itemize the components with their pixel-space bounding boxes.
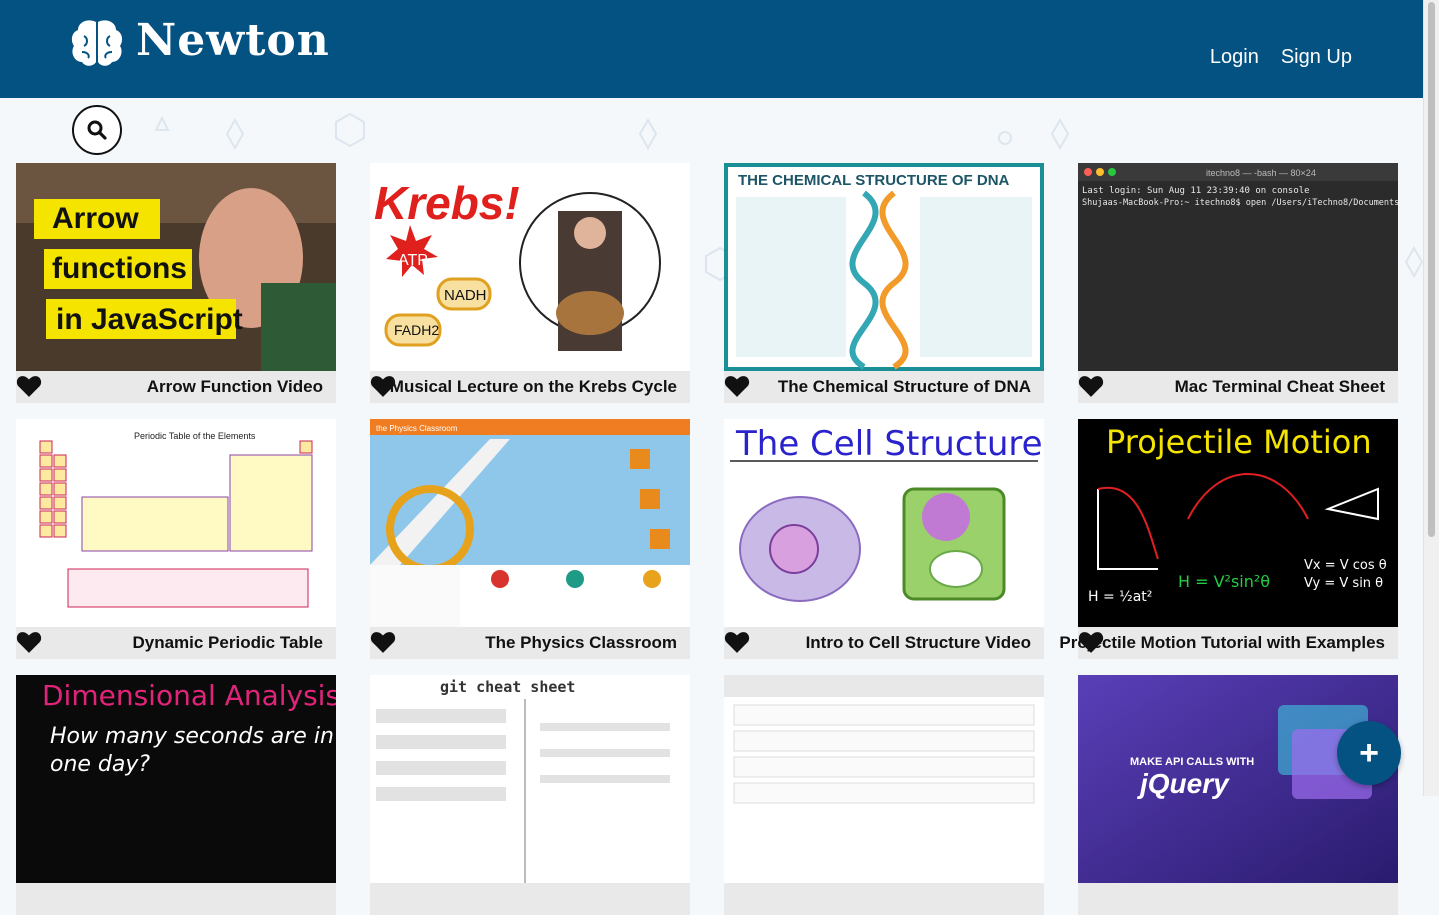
card-thumbnail[interactable]: the Physics Classroom — [370, 419, 690, 627]
card-thumbnail[interactable]: Arrow functions in JavaScript — [16, 163, 336, 371]
thumb-text: jQuery — [1136, 768, 1230, 799]
card-footer: The Physics Classroom — [370, 627, 690, 659]
thumb-text: How many seconds are in — [50, 724, 334, 749]
card-footer: Dynamic Periodic Table — [16, 627, 336, 659]
thumb-text: The Cell Structure — [735, 424, 1043, 464]
card-title[interactable]: Dynamic Periodic Table — [132, 633, 323, 653]
thumb-text: Shujaas-MacBook-Pro:~ itechno8$ open /Us… — [1082, 198, 1398, 208]
resource-card[interactable]: MAKE API CALLS WITH jQuery — [1078, 675, 1398, 915]
card-thumbnail[interactable]: Krebs! ATP NADH FADH2 — [370, 163, 690, 371]
thumb-text: ATP — [398, 252, 428, 269]
svg-text:H = V²sin²θ: H = V²sin²θ — [1178, 572, 1270, 591]
top-navbar: Newton Login Sign Up — [0, 0, 1424, 98]
thumb-text: Dimensional Analysis — [42, 679, 336, 712]
thumb-text: functions — [52, 252, 187, 285]
thumb-text: THE CHEMICAL STRUCTURE OF DNA — [738, 172, 1010, 189]
card-title[interactable]: Musical Lecture on the Krebs Cycle — [390, 377, 677, 397]
plus-icon: + — [1359, 733, 1379, 772]
thumb-text: itechno8 — -bash — 80×24 — [1206, 168, 1316, 178]
card-footer: Arrow Function Video — [16, 371, 336, 403]
card-thumbnail[interactable]: Dimensional Analysis How many seconds ar… — [16, 675, 336, 883]
card-footer: Musical Lecture on the Krebs Cycle — [370, 371, 690, 403]
resource-card[interactable]: The Cell Structure Intro to Cell Structu… — [724, 419, 1044, 659]
search-icon — [87, 120, 107, 140]
resource-card[interactable]: Arrow functions in JavaScript Arrow Func… — [16, 163, 336, 403]
resource-card[interactable]: Periodic Table of the Elements Dynamic P… — [16, 419, 336, 659]
card-title[interactable]: The Chemical Structure of DNA — [778, 377, 1031, 397]
brand-name: Newton — [136, 15, 330, 66]
thumb-text: NADH — [444, 287, 487, 304]
card-thumbnail[interactable]: git cheat sheet — [370, 675, 690, 883]
thumb-text: MAKE API CALLS WITH — [1130, 756, 1254, 768]
thumb-text: one day? — [50, 752, 150, 777]
svg-text:Vy = V sin θ: Vy = V sin θ — [1304, 576, 1383, 591]
card-footer: Mac Terminal Cheat Sheet — [1078, 371, 1398, 403]
thumb-text: Last login: Sun Aug 11 23:39:40 on conso… — [1082, 186, 1310, 196]
resource-card[interactable]: the Physics Classroom The Physics Classr… — [370, 419, 690, 659]
auth-nav: Login Sign Up — [1210, 46, 1352, 69]
thumb-text: Periodic Table of the Elements — [134, 431, 256, 441]
resource-card[interactable]: Projectile Motion H = V²sin²θ H = ½at² V… — [1059, 419, 1398, 659]
card-thumbnail[interactable]: The Cell Structure — [724, 419, 1044, 627]
thumb-text: Projectile Motion — [1106, 423, 1372, 461]
card-footer: Projectile Motion Tutorial with Examples — [1059, 627, 1398, 659]
heart-icon[interactable] — [370, 630, 396, 654]
thumb-text: the Physics Classroom — [376, 424, 458, 433]
add-resource-button[interactable]: + — [1337, 721, 1401, 785]
search-button[interactable] — [72, 105, 122, 155]
resource-card[interactable]: itechno8 — -bash — 80×24 Last login: Sun… — [1078, 163, 1398, 403]
brain-logo-icon — [71, 20, 123, 66]
thumb-text: Krebs! — [374, 177, 520, 229]
card-title[interactable]: Arrow Function Video — [147, 377, 323, 397]
card-thumbnail[interactable] — [724, 675, 1044, 883]
page-scrollbar[interactable] — [1423, 0, 1439, 796]
thumb-text: Arrow — [52, 202, 139, 235]
card-thumbnail[interactable]: THE CHEMICAL STRUCTURE OF DNA — [724, 163, 1044, 371]
resource-card[interactable] — [724, 675, 1044, 915]
heart-icon[interactable] — [1078, 374, 1104, 398]
thumb-text: git cheat sheet — [440, 678, 575, 696]
heart-icon[interactable] — [16, 630, 42, 654]
card-title[interactable]: Intro to Cell Structure Video — [806, 633, 1031, 653]
resource-card[interactable]: Dimensional Analysis How many seconds ar… — [16, 675, 336, 915]
signup-link[interactable]: Sign Up — [1281, 46, 1352, 69]
card-thumbnail[interactable]: itechno8 — -bash — 80×24 Last login: Sun… — [1078, 163, 1398, 371]
resource-card[interactable]: THE CHEMICAL STRUCTURE OF DNA The Chemic… — [724, 163, 1044, 403]
svg-text:Vx = V cos θ: Vx = V cos θ — [1304, 558, 1387, 573]
card-footer: Intro to Cell Structure Video — [724, 627, 1044, 659]
svg-text:H = ½at²: H = ½at² — [1088, 589, 1152, 605]
card-thumbnail[interactable]: Projectile Motion H = V²sin²θ H = ½at² V… — [1078, 419, 1398, 627]
thumb-text: in JavaScript — [56, 303, 243, 336]
card-title[interactable]: Projectile Motion Tutorial with Examples — [1059, 633, 1385, 653]
card-title[interactable]: The Physics Classroom — [485, 633, 677, 653]
heart-icon[interactable] — [16, 374, 42, 398]
heart-icon[interactable] — [724, 630, 750, 654]
resource-card[interactable]: Krebs! ATP NADH FADH2 Musical Lecture on… — [370, 163, 690, 403]
heart-icon[interactable] — [724, 374, 750, 398]
thumb-text: FADH2 — [394, 322, 439, 338]
login-link[interactable]: Login — [1210, 46, 1259, 69]
resource-card[interactable]: git cheat sheet — [370, 675, 690, 915]
card-footer: The Chemical Structure of DNA — [724, 371, 1044, 403]
brand[interactable]: Newton — [70, 18, 330, 68]
scrollbar-thumb[interactable] — [1428, 2, 1435, 537]
card-title[interactable]: Mac Terminal Cheat Sheet — [1175, 377, 1385, 397]
card-thumbnail[interactable]: Periodic Table of the Elements — [16, 419, 336, 627]
